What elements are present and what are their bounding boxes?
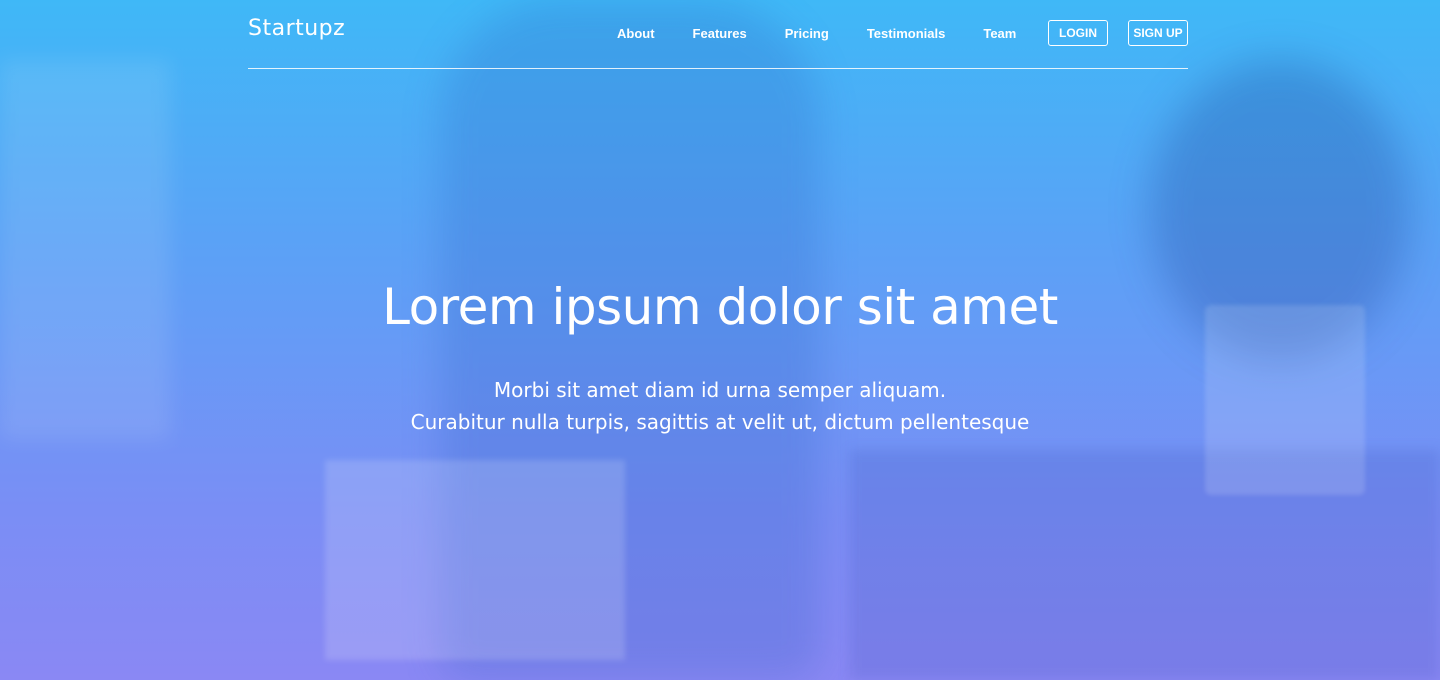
nav-link-about[interactable]: About — [617, 26, 655, 41]
login-button[interactable]: LOGIN — [1048, 20, 1108, 46]
top-navbar: Startupz About Features Pricing Testimon… — [248, 0, 1188, 69]
nav-link-pricing[interactable]: Pricing — [785, 26, 829, 41]
nav-link-team[interactable]: Team — [983, 26, 1016, 41]
hero-subtitle-line-1: Morbi sit amet diam id urna semper aliqu… — [493, 378, 947, 402]
brand-logo[interactable]: Startupz — [248, 16, 345, 41]
nav-link-features[interactable]: Features — [693, 26, 747, 41]
hero-subtitle: Morbi sit amet diam id urna semper aliqu… — [0, 374, 1440, 438]
signup-button[interactable]: SIGN UP — [1128, 20, 1188, 46]
nav-link-testimonials[interactable]: Testimonials — [867, 26, 946, 41]
nav-links: About Features Pricing Testimonials Team — [617, 26, 1016, 41]
background-box — [325, 460, 625, 660]
hero-subtitle-line-2: Curabitur nulla turpis, sagittis at veli… — [410, 410, 1030, 434]
hero-headline: Lorem ipsum dolor sit amet — [382, 278, 1058, 336]
hero-section: Startupz About Features Pricing Testimon… — [0, 0, 1440, 680]
